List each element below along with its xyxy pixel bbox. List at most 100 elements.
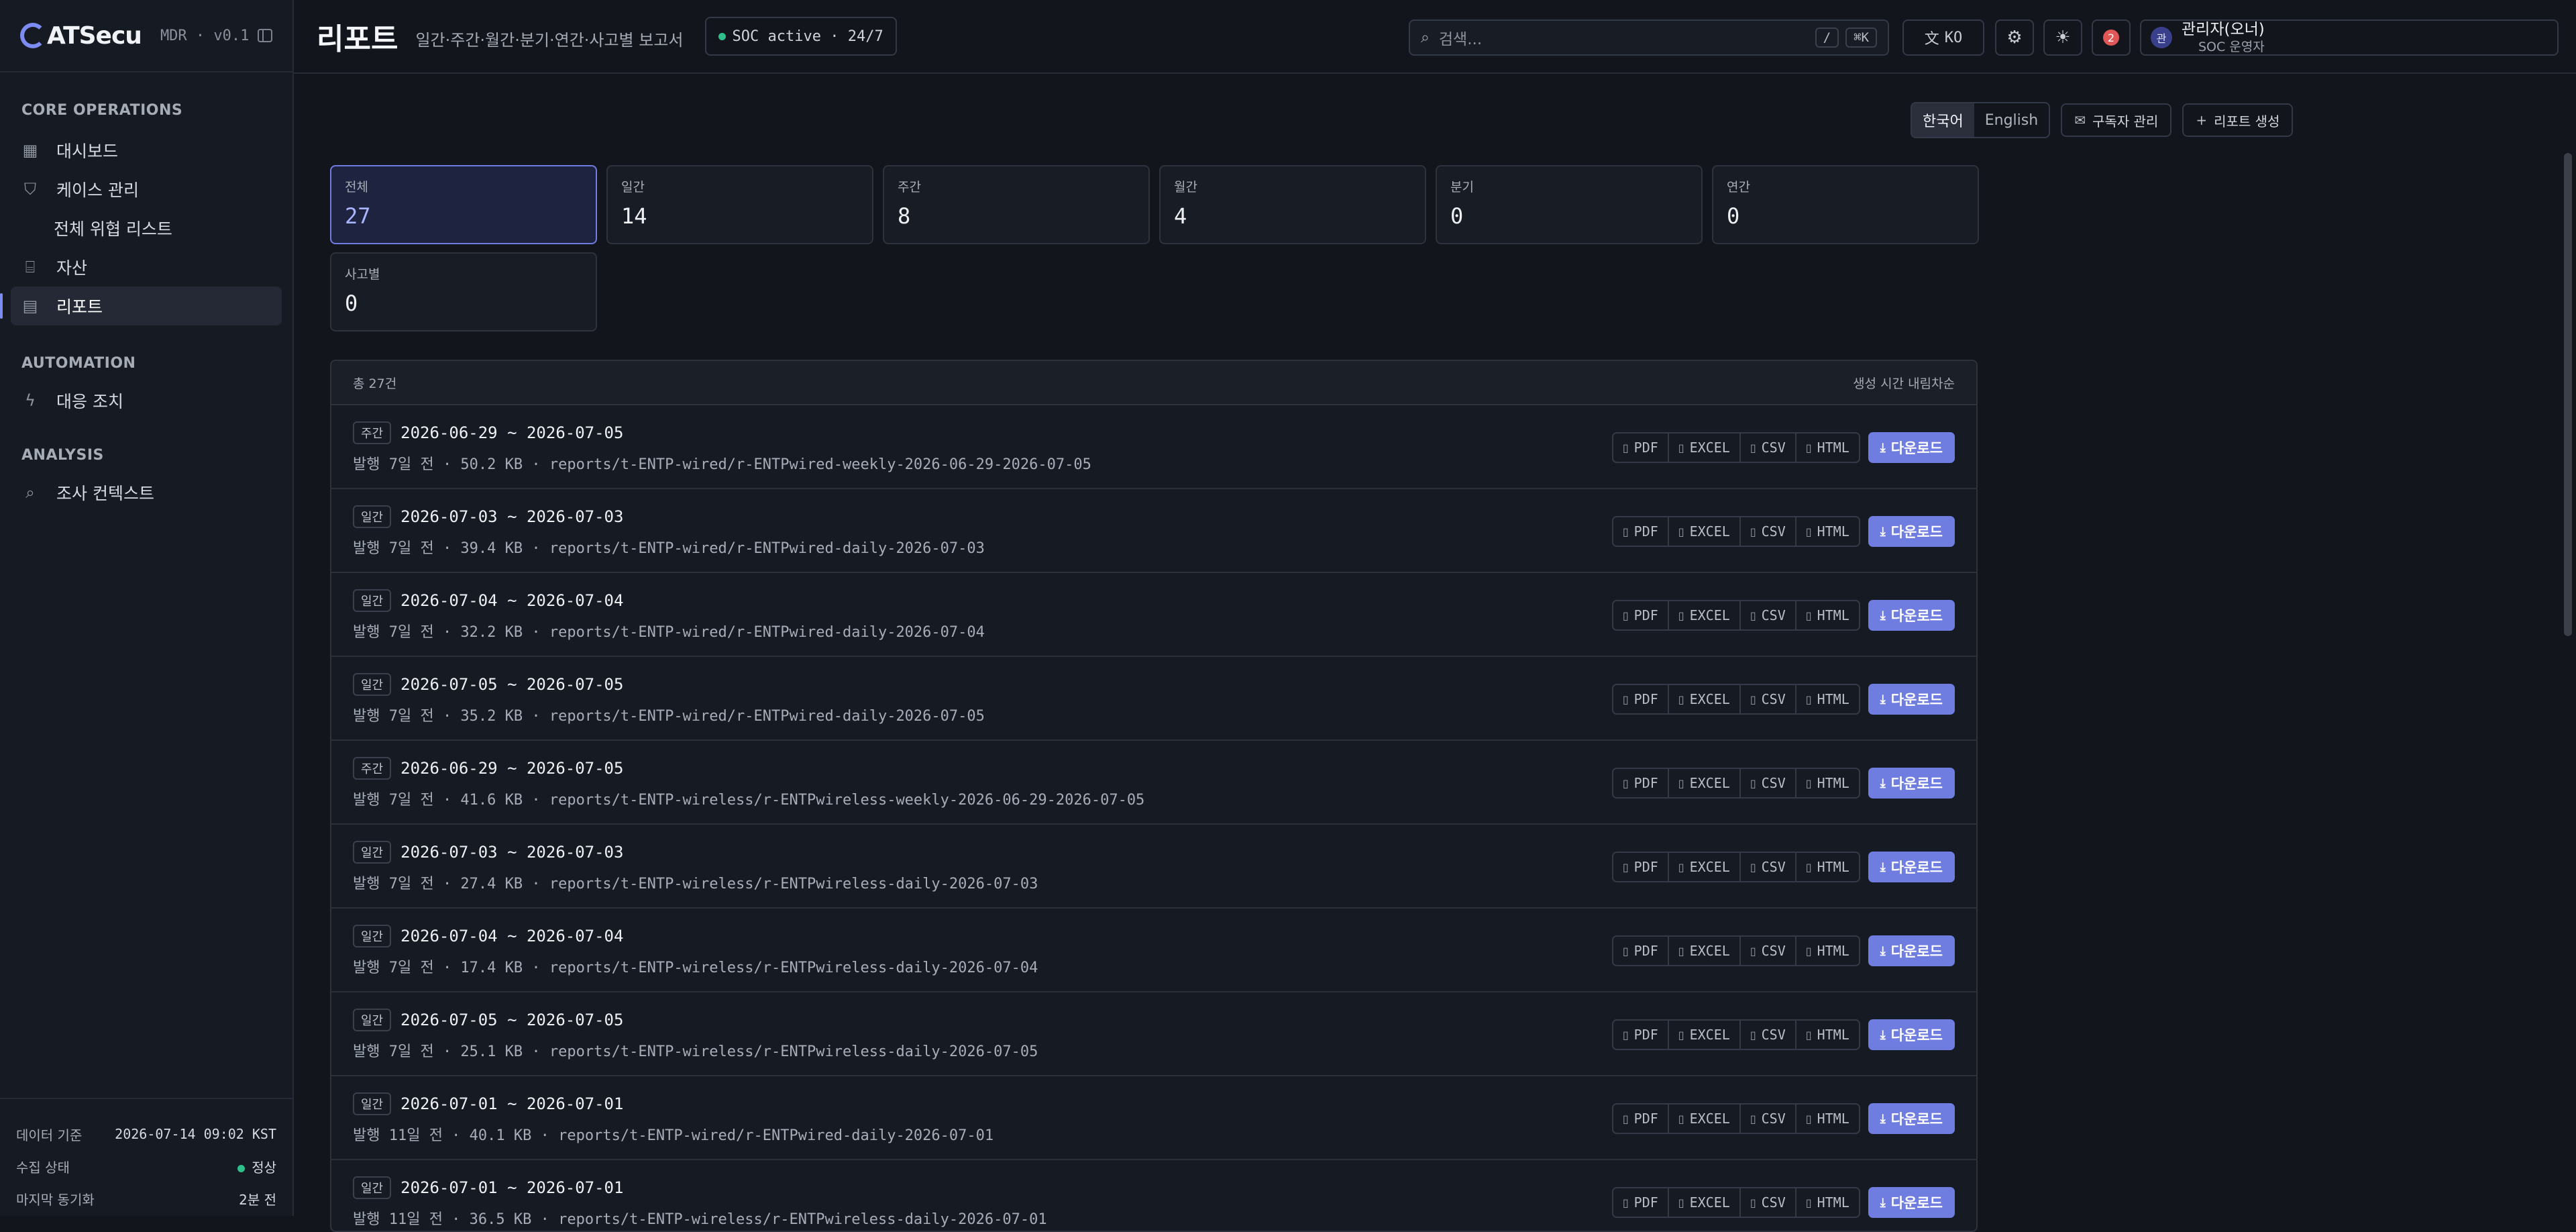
file-icon: ▯ bbox=[1750, 525, 1756, 538]
format-pdf-button[interactable]: ▯ PDF bbox=[1613, 517, 1669, 546]
download-button[interactable]: ⤓ 다운로드 bbox=[1868, 768, 1955, 799]
search-input[interactable]: ⌕ 검색... / ⌘K bbox=[1409, 19, 1889, 56]
theme-toggle-button[interactable]: ☀ bbox=[2043, 19, 2082, 56]
format-html-button[interactable]: ▯ HTML bbox=[1796, 1105, 1859, 1133]
format-buttons: ▯ PDF ▯ EXCEL ▯ CSV ▯ HTML bbox=[1611, 432, 1860, 463]
notifications-button[interactable]: 2 bbox=[2092, 19, 2131, 56]
report-actions: ▯ PDF ▯ EXCEL ▯ CSV ▯ HTML ⤓ 다운로드 bbox=[1611, 684, 1955, 715]
download-label: 다운로드 bbox=[1890, 1195, 1943, 1211]
lang-option-ko[interactable]: 한국어 bbox=[1912, 103, 1974, 137]
sidebar-item-assets[interactable]: ⌸ 자산 bbox=[11, 248, 282, 287]
format-buttons: ▯ PDF ▯ EXCEL ▯ CSV ▯ HTML bbox=[1611, 600, 1860, 631]
format-pdf-button[interactable]: ▯ PDF bbox=[1613, 1021, 1669, 1049]
table-row: 일간 2026-07-01 ~ 2026-07-01 발행 11일 전 · 36… bbox=[331, 1160, 1976, 1231]
format-csv-button[interactable]: ▯ CSV bbox=[1741, 853, 1796, 881]
report-sort-order[interactable]: 생성 시간 내림차순 bbox=[1853, 374, 1955, 392]
download-button[interactable]: ⤓ 다운로드 bbox=[1868, 852, 1955, 882]
format-pdf-button[interactable]: ▯ PDF bbox=[1613, 853, 1669, 881]
sidebar-collapse-icon[interactable] bbox=[258, 29, 272, 42]
report-toolbar: 한국어 English ✉ 구독자 관리 + 리포트 생성 bbox=[1911, 102, 2294, 138]
download-button[interactable]: ⤓ 다운로드 bbox=[1868, 516, 1955, 547]
filter-card-weekly[interactable]: 주간 8 bbox=[883, 165, 1150, 244]
download-button[interactable]: ⤓ 다운로드 bbox=[1868, 600, 1955, 631]
format-excel-button[interactable]: ▯ EXCEL bbox=[1669, 433, 1741, 462]
report-period: 2026-06-29 ~ 2026-07-05 bbox=[400, 759, 624, 778]
drive-icon: ⌸ bbox=[25, 258, 36, 276]
filter-card-daily[interactable]: 일간 14 bbox=[606, 165, 873, 244]
sidebar-item-investigation[interactable]: ⌕ 조사 컨텍스트 bbox=[11, 473, 282, 512]
format-pdf-button[interactable]: ▯ PDF bbox=[1613, 769, 1669, 797]
soc-status-text: SOC active · 24/7 bbox=[732, 28, 883, 45]
format-label: PDF bbox=[1633, 1111, 1658, 1127]
brand-name: ATSecu bbox=[47, 21, 142, 50]
download-button[interactable]: ⤓ 다운로드 bbox=[1868, 935, 1955, 966]
format-excel-button[interactable]: ▯ EXCEL bbox=[1669, 685, 1741, 713]
format-html-button[interactable]: ▯ HTML bbox=[1796, 1188, 1859, 1217]
format-excel-button[interactable]: ▯ EXCEL bbox=[1669, 1188, 1741, 1217]
download-button[interactable]: ⤓ 다운로드 bbox=[1868, 1187, 1955, 1218]
format-html-button[interactable]: ▯ HTML bbox=[1796, 601, 1859, 629]
format-csv-button[interactable]: ▯ CSV bbox=[1741, 1188, 1796, 1217]
sidebar-item-cases[interactable]: ⛉ 케이스 관리 bbox=[11, 170, 282, 209]
file-icon: ▯ bbox=[1805, 1196, 1812, 1209]
user-menu-button[interactable]: 관 관리자(오너) SOC 운영자 bbox=[2140, 19, 2559, 56]
format-html-button[interactable]: ▯ HTML bbox=[1796, 433, 1859, 462]
format-html-button[interactable]: ▯ HTML bbox=[1796, 853, 1859, 881]
lang-option-en[interactable]: English bbox=[1974, 103, 2049, 137]
report-actions: ▯ PDF ▯ EXCEL ▯ CSV ▯ HTML ⤓ 다운로드 bbox=[1611, 852, 1955, 882]
filter-card-incident[interactable]: 사고별 0 bbox=[330, 252, 597, 331]
sidebar-item-threat-list[interactable]: 전체 위협 리스트 bbox=[0, 209, 292, 248]
format-csv-button[interactable]: ▯ CSV bbox=[1741, 517, 1796, 546]
sidebar-item-response[interactable]: ϟ 대응 조치 bbox=[11, 381, 282, 420]
format-excel-button[interactable]: ▯ EXCEL bbox=[1669, 1021, 1741, 1049]
filter-card-all[interactable]: 전체 27 bbox=[330, 165, 597, 244]
format-excel-button[interactable]: ▯ EXCEL bbox=[1669, 601, 1741, 629]
download-icon: ⤓ bbox=[1880, 1195, 1886, 1210]
filter-card-yearly[interactable]: 연간 0 bbox=[1712, 165, 1979, 244]
format-pdf-button[interactable]: ▯ PDF bbox=[1613, 601, 1669, 629]
format-html-button[interactable]: ▯ HTML bbox=[1796, 769, 1859, 797]
format-html-button[interactable]: ▯ HTML bbox=[1796, 517, 1859, 546]
file-icon: ▯ bbox=[1678, 1112, 1684, 1125]
sidebar-item-reports[interactable]: ▤ 리포트 bbox=[0, 287, 282, 325]
filter-card-quarterly[interactable]: 분기 0 bbox=[1436, 165, 1703, 244]
format-pdf-button[interactable]: ▯ PDF bbox=[1613, 1188, 1669, 1217]
download-button[interactable]: ⤓ 다운로드 bbox=[1868, 1103, 1955, 1134]
format-excel-button[interactable]: ▯ EXCEL bbox=[1669, 769, 1741, 797]
format-html-button[interactable]: ▯ HTML bbox=[1796, 937, 1859, 965]
format-csv-button[interactable]: ▯ CSV bbox=[1741, 601, 1796, 629]
format-pdf-button[interactable]: ▯ PDF bbox=[1613, 433, 1669, 462]
settings-button[interactable]: ⚙ bbox=[1995, 19, 2034, 56]
filter-card-monthly[interactable]: 월간 4 bbox=[1159, 165, 1426, 244]
download-icon: ⤓ bbox=[1880, 1027, 1886, 1042]
format-html-button[interactable]: ▯ HTML bbox=[1796, 685, 1859, 713]
format-excel-button[interactable]: ▯ EXCEL bbox=[1669, 517, 1741, 546]
format-label: EXCEL bbox=[1689, 775, 1730, 791]
download-button[interactable]: ⤓ 다운로드 bbox=[1868, 1019, 1955, 1050]
format-csv-button[interactable]: ▯ CSV bbox=[1741, 1021, 1796, 1049]
download-button[interactable]: ⤓ 다운로드 bbox=[1868, 432, 1955, 463]
format-pdf-button[interactable]: ▯ PDF bbox=[1613, 685, 1669, 713]
format-excel-button[interactable]: ▯ EXCEL bbox=[1669, 937, 1741, 965]
format-label: HTML bbox=[1817, 523, 1849, 540]
report-type-badge: 일간 bbox=[353, 589, 392, 612]
format-csv-button[interactable]: ▯ CSV bbox=[1741, 937, 1796, 965]
format-label: HTML bbox=[1817, 1027, 1849, 1043]
language-button[interactable]: 文 KO bbox=[1902, 19, 1984, 56]
format-excel-button[interactable]: ▯ EXCEL bbox=[1669, 1105, 1741, 1133]
report-list-header: 총 27건 생성 시간 내림차순 bbox=[331, 361, 1976, 405]
sidebar-item-dashboard[interactable]: ▦ 대시보드 bbox=[11, 131, 282, 170]
page-scrollbar[interactable] bbox=[2564, 153, 2572, 636]
create-report-button[interactable]: + 리포트 생성 bbox=[2182, 103, 2294, 137]
format-csv-button[interactable]: ▯ CSV bbox=[1741, 1105, 1796, 1133]
format-pdf-button[interactable]: ▯ PDF bbox=[1613, 937, 1669, 965]
download-button[interactable]: ⤓ 다운로드 bbox=[1868, 684, 1955, 715]
user-role: SOC 운영자 bbox=[2198, 40, 2265, 54]
format-excel-button[interactable]: ▯ EXCEL bbox=[1669, 853, 1741, 881]
format-html-button[interactable]: ▯ HTML bbox=[1796, 1021, 1859, 1049]
format-csv-button[interactable]: ▯ CSV bbox=[1741, 769, 1796, 797]
manage-subscribers-button[interactable]: ✉ 구독자 관리 bbox=[2061, 103, 2172, 137]
format-pdf-button[interactable]: ▯ PDF bbox=[1613, 1105, 1669, 1133]
format-csv-button[interactable]: ▯ CSV bbox=[1741, 685, 1796, 713]
format-csv-button[interactable]: ▯ CSV bbox=[1741, 433, 1796, 462]
